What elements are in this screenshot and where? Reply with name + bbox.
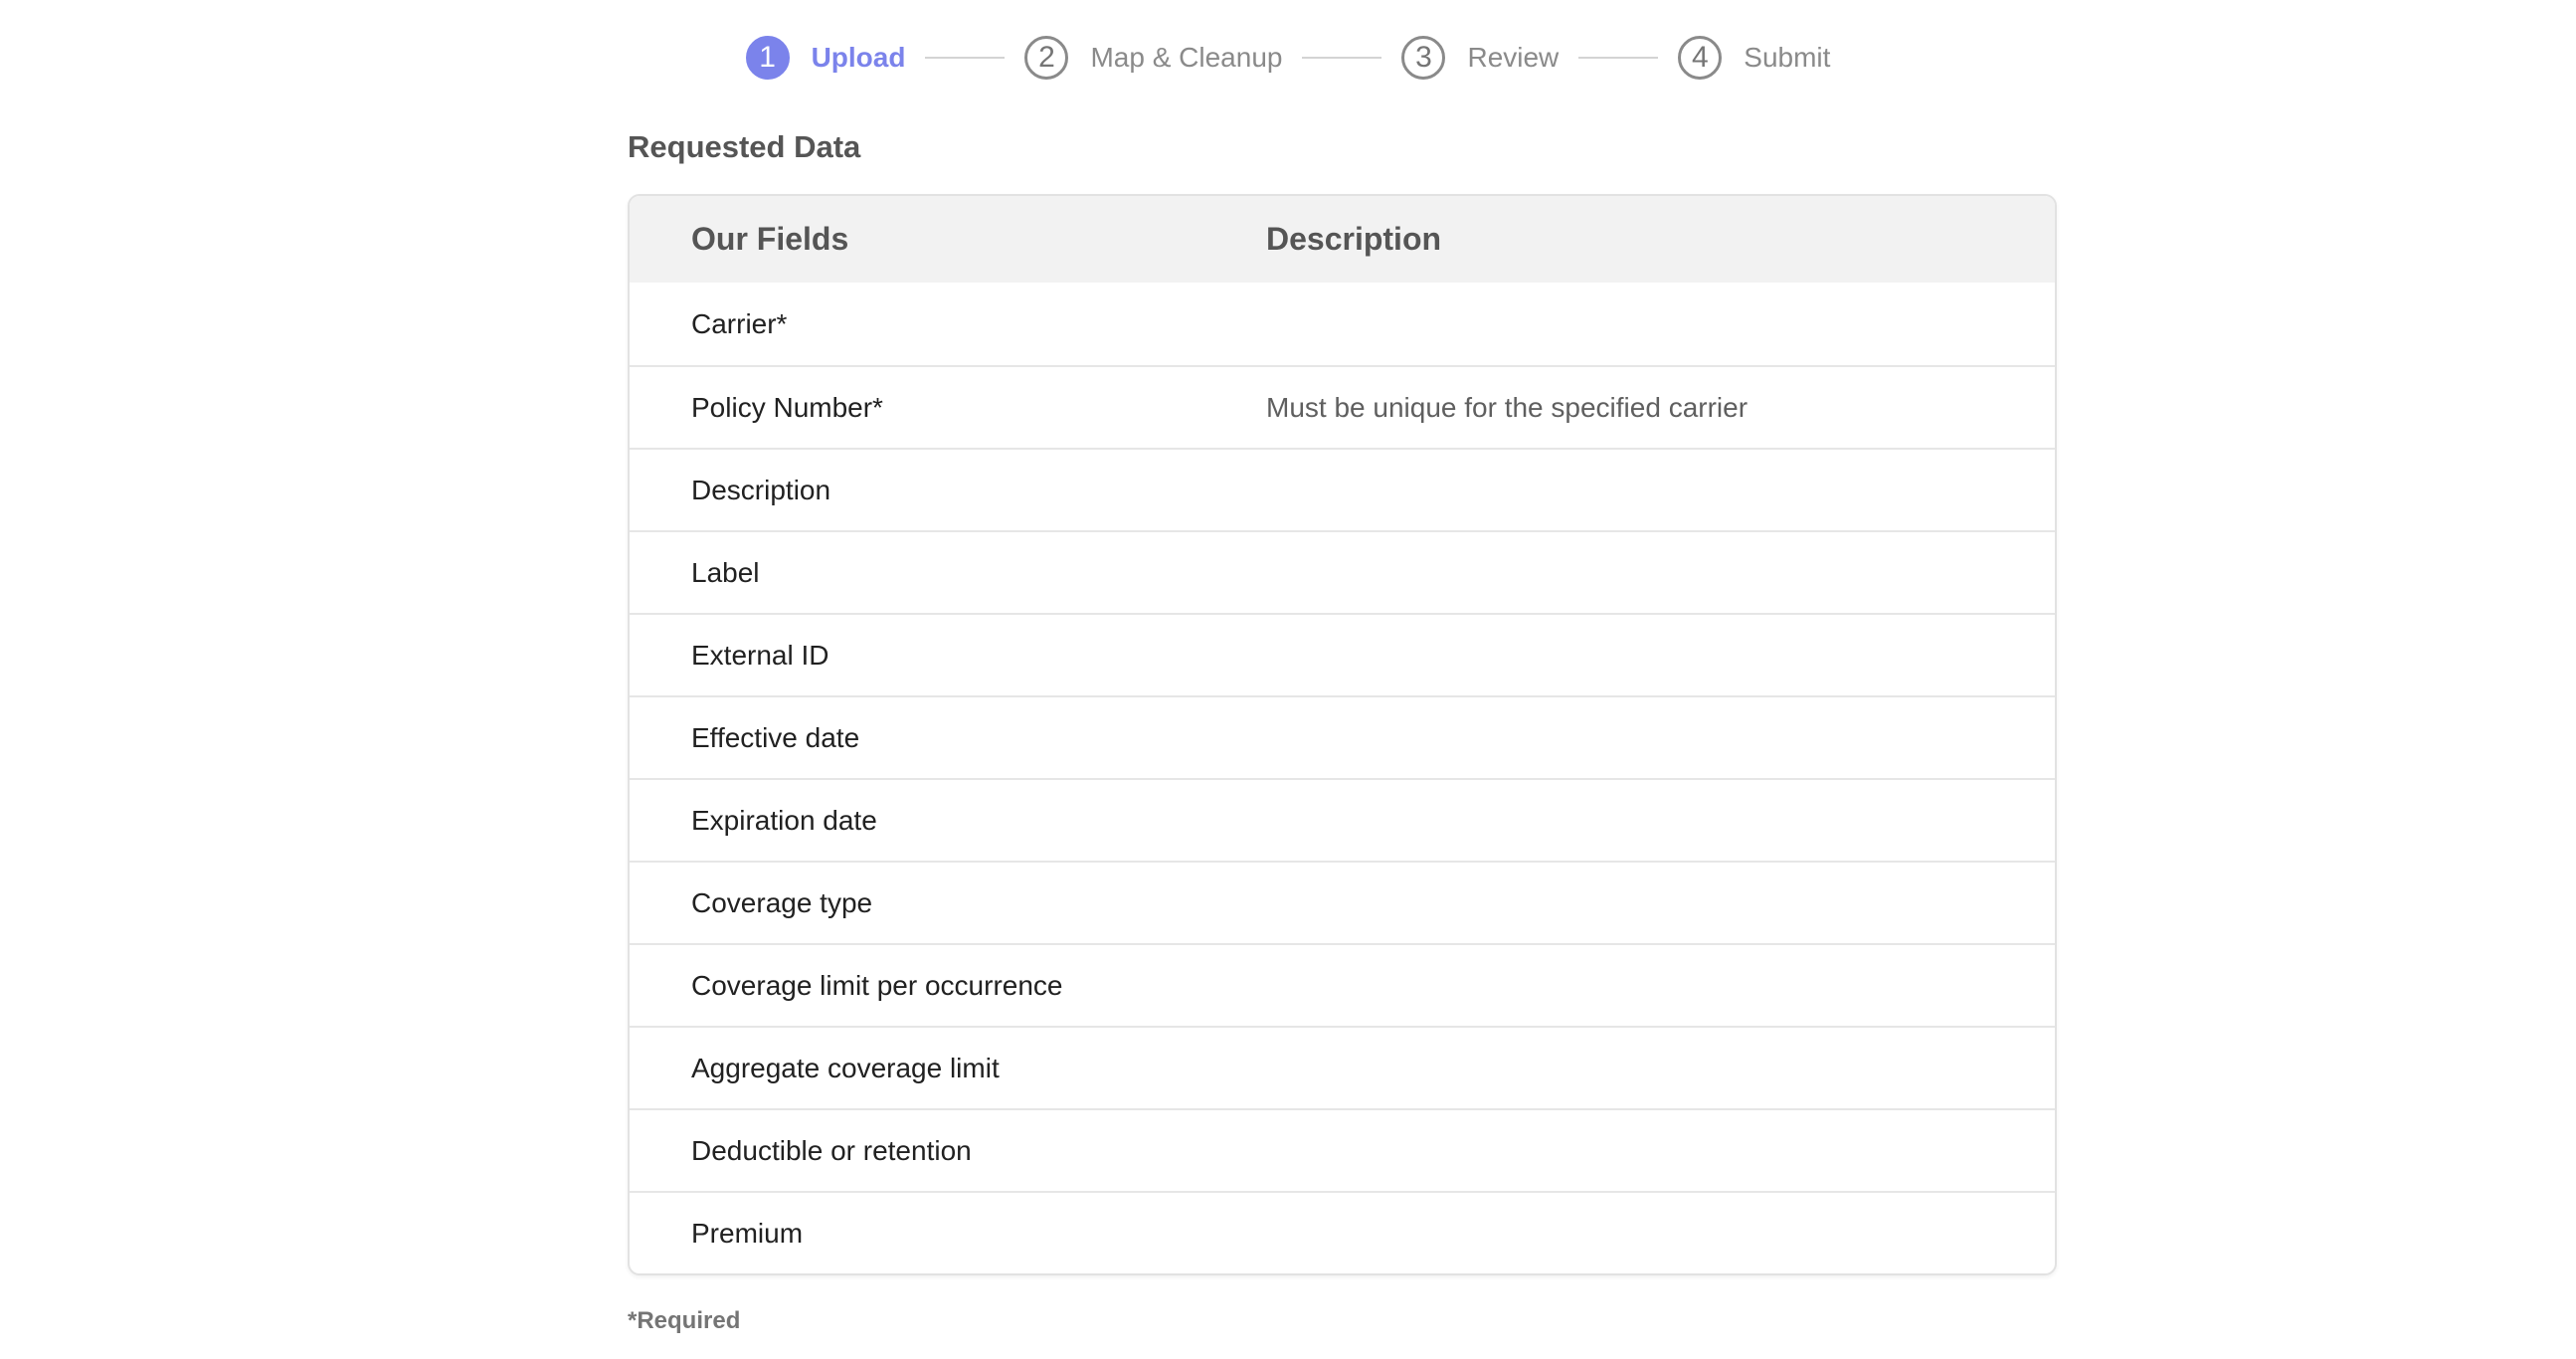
field-name: Expiration date xyxy=(691,804,877,836)
section-title: Requested Data xyxy=(628,129,861,164)
step-upload[interactable]: 1 Upload xyxy=(745,35,906,80)
field-name: Deductible or retention xyxy=(691,1134,972,1166)
table-row: Aggregate coverage limit xyxy=(630,1026,2055,1108)
header-our-fields: Our Fields xyxy=(691,221,849,257)
step-connector xyxy=(925,56,1006,59)
table-row: Label xyxy=(630,530,2055,613)
field-name: Effective date xyxy=(691,721,860,753)
required-footnote: *Required xyxy=(628,1307,741,1334)
step-label: Map & Cleanup xyxy=(1090,41,1283,73)
step-number-icon: 3 xyxy=(1401,35,1446,80)
table-row: Expiration date xyxy=(630,778,2055,861)
step-connector xyxy=(1578,56,1659,59)
field-name: Coverage limit per occurrence xyxy=(691,969,1063,1001)
step-label: Review xyxy=(1467,41,1560,73)
field-name: Aggregate coverage limit xyxy=(691,1052,1000,1083)
table-row: Effective date xyxy=(630,695,2055,778)
table-row: Deductible or retention xyxy=(630,1108,2055,1191)
header-description: Description xyxy=(1266,221,1442,257)
table-row: External ID xyxy=(630,613,2055,695)
field-name: Premium xyxy=(691,1217,804,1249)
table-header: Our Fields Description xyxy=(630,196,2055,283)
field-description: Must be unique for the specified carrier xyxy=(1266,391,1748,423)
table-row: Premium xyxy=(630,1191,2055,1273)
step-map-cleanup[interactable]: 2 Map & Cleanup xyxy=(1024,35,1283,80)
table-row: Coverage limit per occurrence xyxy=(630,943,2055,1026)
table-row: Policy Number* Must be unique for the sp… xyxy=(630,365,2055,448)
field-name: Policy Number* xyxy=(691,391,883,423)
field-name: Label xyxy=(691,556,760,588)
step-submit[interactable]: 4 Submit xyxy=(1678,35,1831,80)
field-name: Coverage type xyxy=(691,886,873,918)
step-label: Submit xyxy=(1744,41,1831,73)
field-name: External ID xyxy=(691,639,829,671)
stepper: 1 Upload 2 Map & Cleanup 3 Review 4 Subm… xyxy=(0,0,2576,114)
table-row: Coverage type xyxy=(630,861,2055,943)
step-number-icon: 2 xyxy=(1024,35,1069,80)
step-connector xyxy=(1302,56,1382,59)
table-row: Description xyxy=(630,448,2055,530)
field-name: Description xyxy=(691,474,831,505)
step-number-icon: 1 xyxy=(745,35,790,80)
step-number-icon: 4 xyxy=(1678,35,1723,80)
requested-data-table: Our Fields Description Carrier* Policy N… xyxy=(628,194,2057,1275)
field-name: Carrier* xyxy=(691,307,788,339)
step-label: Upload xyxy=(811,41,906,73)
table-body: Carrier* Policy Number* Must be unique f… xyxy=(630,283,2055,1273)
table-row: Carrier* xyxy=(630,283,2055,365)
step-review[interactable]: 3 Review xyxy=(1401,35,1560,80)
